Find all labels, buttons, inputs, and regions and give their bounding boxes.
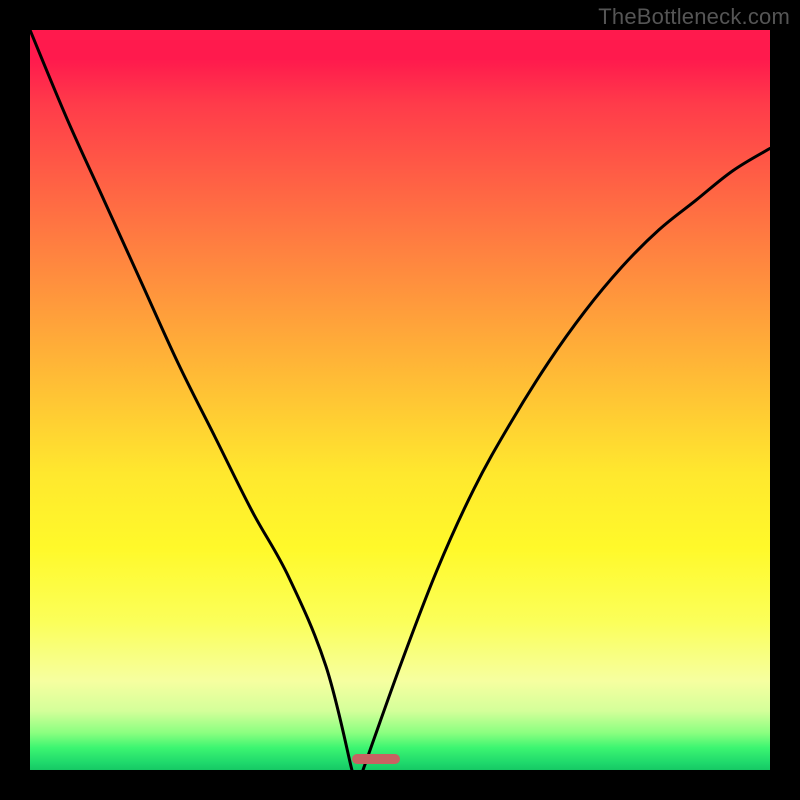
curve-right	[363, 148, 770, 770]
watermark-text: TheBottleneck.com	[598, 4, 790, 30]
chart-frame: TheBottleneck.com	[0, 0, 800, 800]
optimal-marker	[352, 754, 400, 764]
curve-left	[30, 30, 352, 770]
plot-area	[30, 30, 770, 770]
curve-layer	[30, 30, 770, 770]
